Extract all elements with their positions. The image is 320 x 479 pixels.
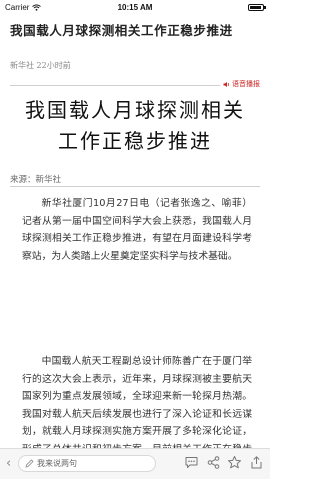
speaker-icon [223, 81, 229, 87]
headline-line-1: 我国载人月球探测相关 [25, 98, 245, 122]
article-source: 来源：新华社 [10, 175, 62, 185]
divider [10, 186, 260, 187]
article-headline: 我国载人月球探测相关 工作正稳步推进 [10, 95, 260, 157]
audio-broadcast-button[interactable]: 语音播报 [220, 79, 260, 89]
status-bar: Carrier 10:15 AM [0, 0, 270, 16]
comment-input[interactable]: 我来说两句 [18, 455, 156, 472]
comment-icon[interactable] [184, 455, 199, 470]
share-icon[interactable] [206, 455, 221, 470]
article-paragraph-1: 新华社厦门10月27日电（记者张逸之、喻菲）记者从第一届中国空间科学大会上获悉，… [22, 198, 252, 262]
bottom-toolbar: ‹ 我来说两句 [0, 448, 270, 479]
battery-fill [250, 6, 261, 9]
article-meta: 新华社 22小时前 [10, 61, 71, 70]
star-icon[interactable] [227, 455, 242, 470]
audio-broadcast-label: 语音播报 [232, 80, 260, 88]
pencil-icon [25, 459, 34, 468]
headline-line-2: 工作正稳步推进 [58, 129, 212, 153]
page-title: 我国载人月球探测相关工作正稳步推进 [10, 23, 233, 38]
chevron-left-icon[interactable]: ‹ [6, 457, 11, 470]
status-time: 10:15 AM [117, 3, 153, 12]
battery-icon [248, 4, 266, 11]
comment-placeholder: 我来说两句 [37, 459, 77, 468]
upload-icon[interactable] [249, 455, 264, 470]
